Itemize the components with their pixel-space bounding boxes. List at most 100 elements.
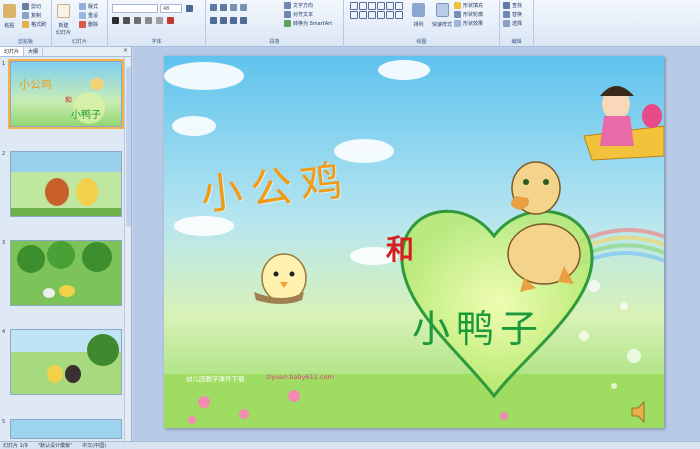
scrollbar-thumb[interactable]: [126, 67, 131, 227]
underline-icon[interactable]: [134, 17, 141, 24]
shape-icon[interactable]: [386, 11, 394, 19]
thumb-5-image: [11, 420, 121, 438]
slide-thumbnail-5[interactable]: [10, 419, 122, 439]
layout-button[interactable]: 版式: [79, 3, 98, 10]
font-color-icon[interactable]: [167, 17, 174, 24]
font-format-buttons: [112, 17, 174, 24]
slides-label: 幻灯片: [71, 39, 87, 45]
editing-group: 查找 替换 选择 编辑: [500, 0, 534, 47]
reset-button[interactable]: 重设: [79, 12, 98, 19]
slide-thumbnail-2[interactable]: [10, 151, 122, 217]
shape-fill-button[interactable]: 形状填充: [454, 2, 483, 9]
list-buttons: [210, 4, 247, 11]
strikethrough-icon[interactable]: [145, 17, 152, 24]
paste-button[interactable]: 粘贴: [3, 4, 16, 29]
svg-text:小公鸡: 小公鸡: [19, 77, 52, 91]
pen-icon: [454, 11, 461, 18]
new-slide-button[interactable]: 新建 幻灯片: [56, 4, 71, 36]
language-indicator[interactable]: 中文(中国): [82, 442, 106, 449]
shape-icon[interactable]: [395, 2, 403, 10]
close-pane-button[interactable]: ×: [120, 47, 131, 56]
arrange-button[interactable]: 排列: [412, 3, 425, 28]
format-painter-button[interactable]: 格式刷: [22, 21, 46, 28]
footer-url[interactable]: ziyuan.baby611.com: [266, 373, 334, 381]
find-button[interactable]: 查找: [503, 2, 522, 9]
shadow-icon[interactable]: [156, 17, 163, 24]
fill-bucket-icon: [454, 2, 461, 9]
thumb-number: 5: [2, 419, 6, 425]
smartart-icon: [284, 20, 291, 27]
quick-styles-button[interactable]: 快速样式: [432, 3, 452, 28]
shape-effects-button[interactable]: 形状效果: [454, 20, 483, 27]
clipboard-label: 剪贴板: [17, 39, 33, 45]
reset-icon: [79, 12, 86, 19]
slide-thumbnail-4[interactable]: [10, 329, 122, 395]
thumb-3-image: [11, 241, 121, 305]
shape-icon[interactable]: [359, 2, 367, 10]
align-center-icon[interactable]: [220, 17, 227, 24]
thumb-number: 4: [2, 329, 6, 335]
replace-button[interactable]: 替换: [503, 11, 522, 18]
shape-icon[interactable]: [377, 2, 385, 10]
font-name-box[interactable]: [112, 4, 158, 13]
effects-icon: [454, 20, 461, 27]
new-slide-icon: [57, 4, 70, 18]
replace-icon: [503, 11, 510, 18]
bold-icon[interactable]: [112, 17, 119, 24]
copy-button[interactable]: 复制: [22, 12, 41, 19]
drawing-label: 绘图: [416, 39, 427, 45]
slides-pane: 幻灯片 大纲 × 1 小公鸡 和 小鸭子 2 3 4 5: [0, 47, 132, 441]
shape-outline-button[interactable]: 形状轮廓: [454, 11, 483, 18]
pane-scrollbar[interactable]: [124, 57, 131, 441]
slide-title-duckling[interactable]: 小鸭子: [412, 298, 544, 353]
align-text-button[interactable]: 对齐文本: [284, 11, 313, 18]
delete-icon: [79, 21, 86, 28]
slide-thumbnail-1[interactable]: 小公鸡 和 小鸭子: [8, 59, 124, 129]
decrease-indent-icon[interactable]: [230, 4, 237, 11]
layout-icon: [79, 3, 86, 10]
brush-icon: [22, 21, 29, 28]
delete-button[interactable]: 删除: [79, 21, 98, 28]
justify-icon[interactable]: [240, 17, 247, 24]
ribbon: 粘贴 剪切 复制 格式刷 剪贴板 新建 幻灯片 版式 重设 删除 幻灯片 48 …: [0, 0, 700, 47]
shapes-gallery[interactable]: [350, 2, 406, 19]
numbering-icon[interactable]: [220, 4, 227, 11]
bullets-icon[interactable]: [210, 4, 217, 11]
tab-slides[interactable]: 幻灯片: [0, 47, 25, 56]
paragraph-group: 文字方向 对齐文本 转换为 SmartArt 段落: [206, 0, 344, 47]
shape-icon[interactable]: [368, 2, 376, 10]
tab-outline[interactable]: 大纲: [24, 47, 44, 56]
editing-label: 编辑: [511, 39, 522, 45]
clipboard-group: 粘贴 剪切 复制 格式刷 剪贴板: [0, 0, 52, 47]
shape-icon[interactable]: [368, 11, 376, 19]
shape-icon[interactable]: [350, 11, 358, 19]
smartart-button[interactable]: 转换为 SmartArt: [284, 20, 332, 27]
theme-name[interactable]: "默认设计模板": [38, 442, 73, 449]
increase-indent-icon[interactable]: [240, 4, 247, 11]
select-button[interactable]: 选择: [503, 20, 522, 27]
thumb-2-image: [11, 152, 121, 216]
align-left-icon[interactable]: [210, 17, 217, 24]
shape-icon[interactable]: [386, 2, 394, 10]
cursor-icon: [503, 20, 510, 27]
text-direction-button[interactable]: 文字方向: [284, 2, 313, 9]
shape-icon[interactable]: [377, 11, 385, 19]
grow-font-icon: [186, 5, 193, 12]
shape-icon[interactable]: [350, 2, 358, 10]
thumb-number: 1: [2, 61, 6, 67]
italic-icon[interactable]: [123, 17, 130, 24]
grow-font-button[interactable]: [186, 5, 193, 12]
font-label: 字体: [151, 39, 162, 45]
align-right-icon[interactable]: [230, 17, 237, 24]
current-slide[interactable]: 小公鸡 和 小鸭子 幼儿园教学课件下载 ziyuan.baby611.com: [164, 56, 664, 428]
copy-icon: [22, 12, 29, 19]
shape-icon[interactable]: [359, 11, 367, 19]
arrange-icon: [412, 3, 425, 17]
shape-icon[interactable]: [395, 11, 403, 19]
slide-title-and[interactable]: 和: [386, 228, 414, 268]
cut-button[interactable]: 剪切: [22, 3, 41, 10]
drawing-group: 排列 快速样式 形状填充 形状轮廓 形状效果 绘图: [344, 0, 500, 47]
footer-text[interactable]: 幼儿园教学课件下载: [186, 373, 245, 383]
font-size-box[interactable]: 48: [160, 4, 182, 13]
slide-thumbnail-3[interactable]: [10, 240, 122, 306]
